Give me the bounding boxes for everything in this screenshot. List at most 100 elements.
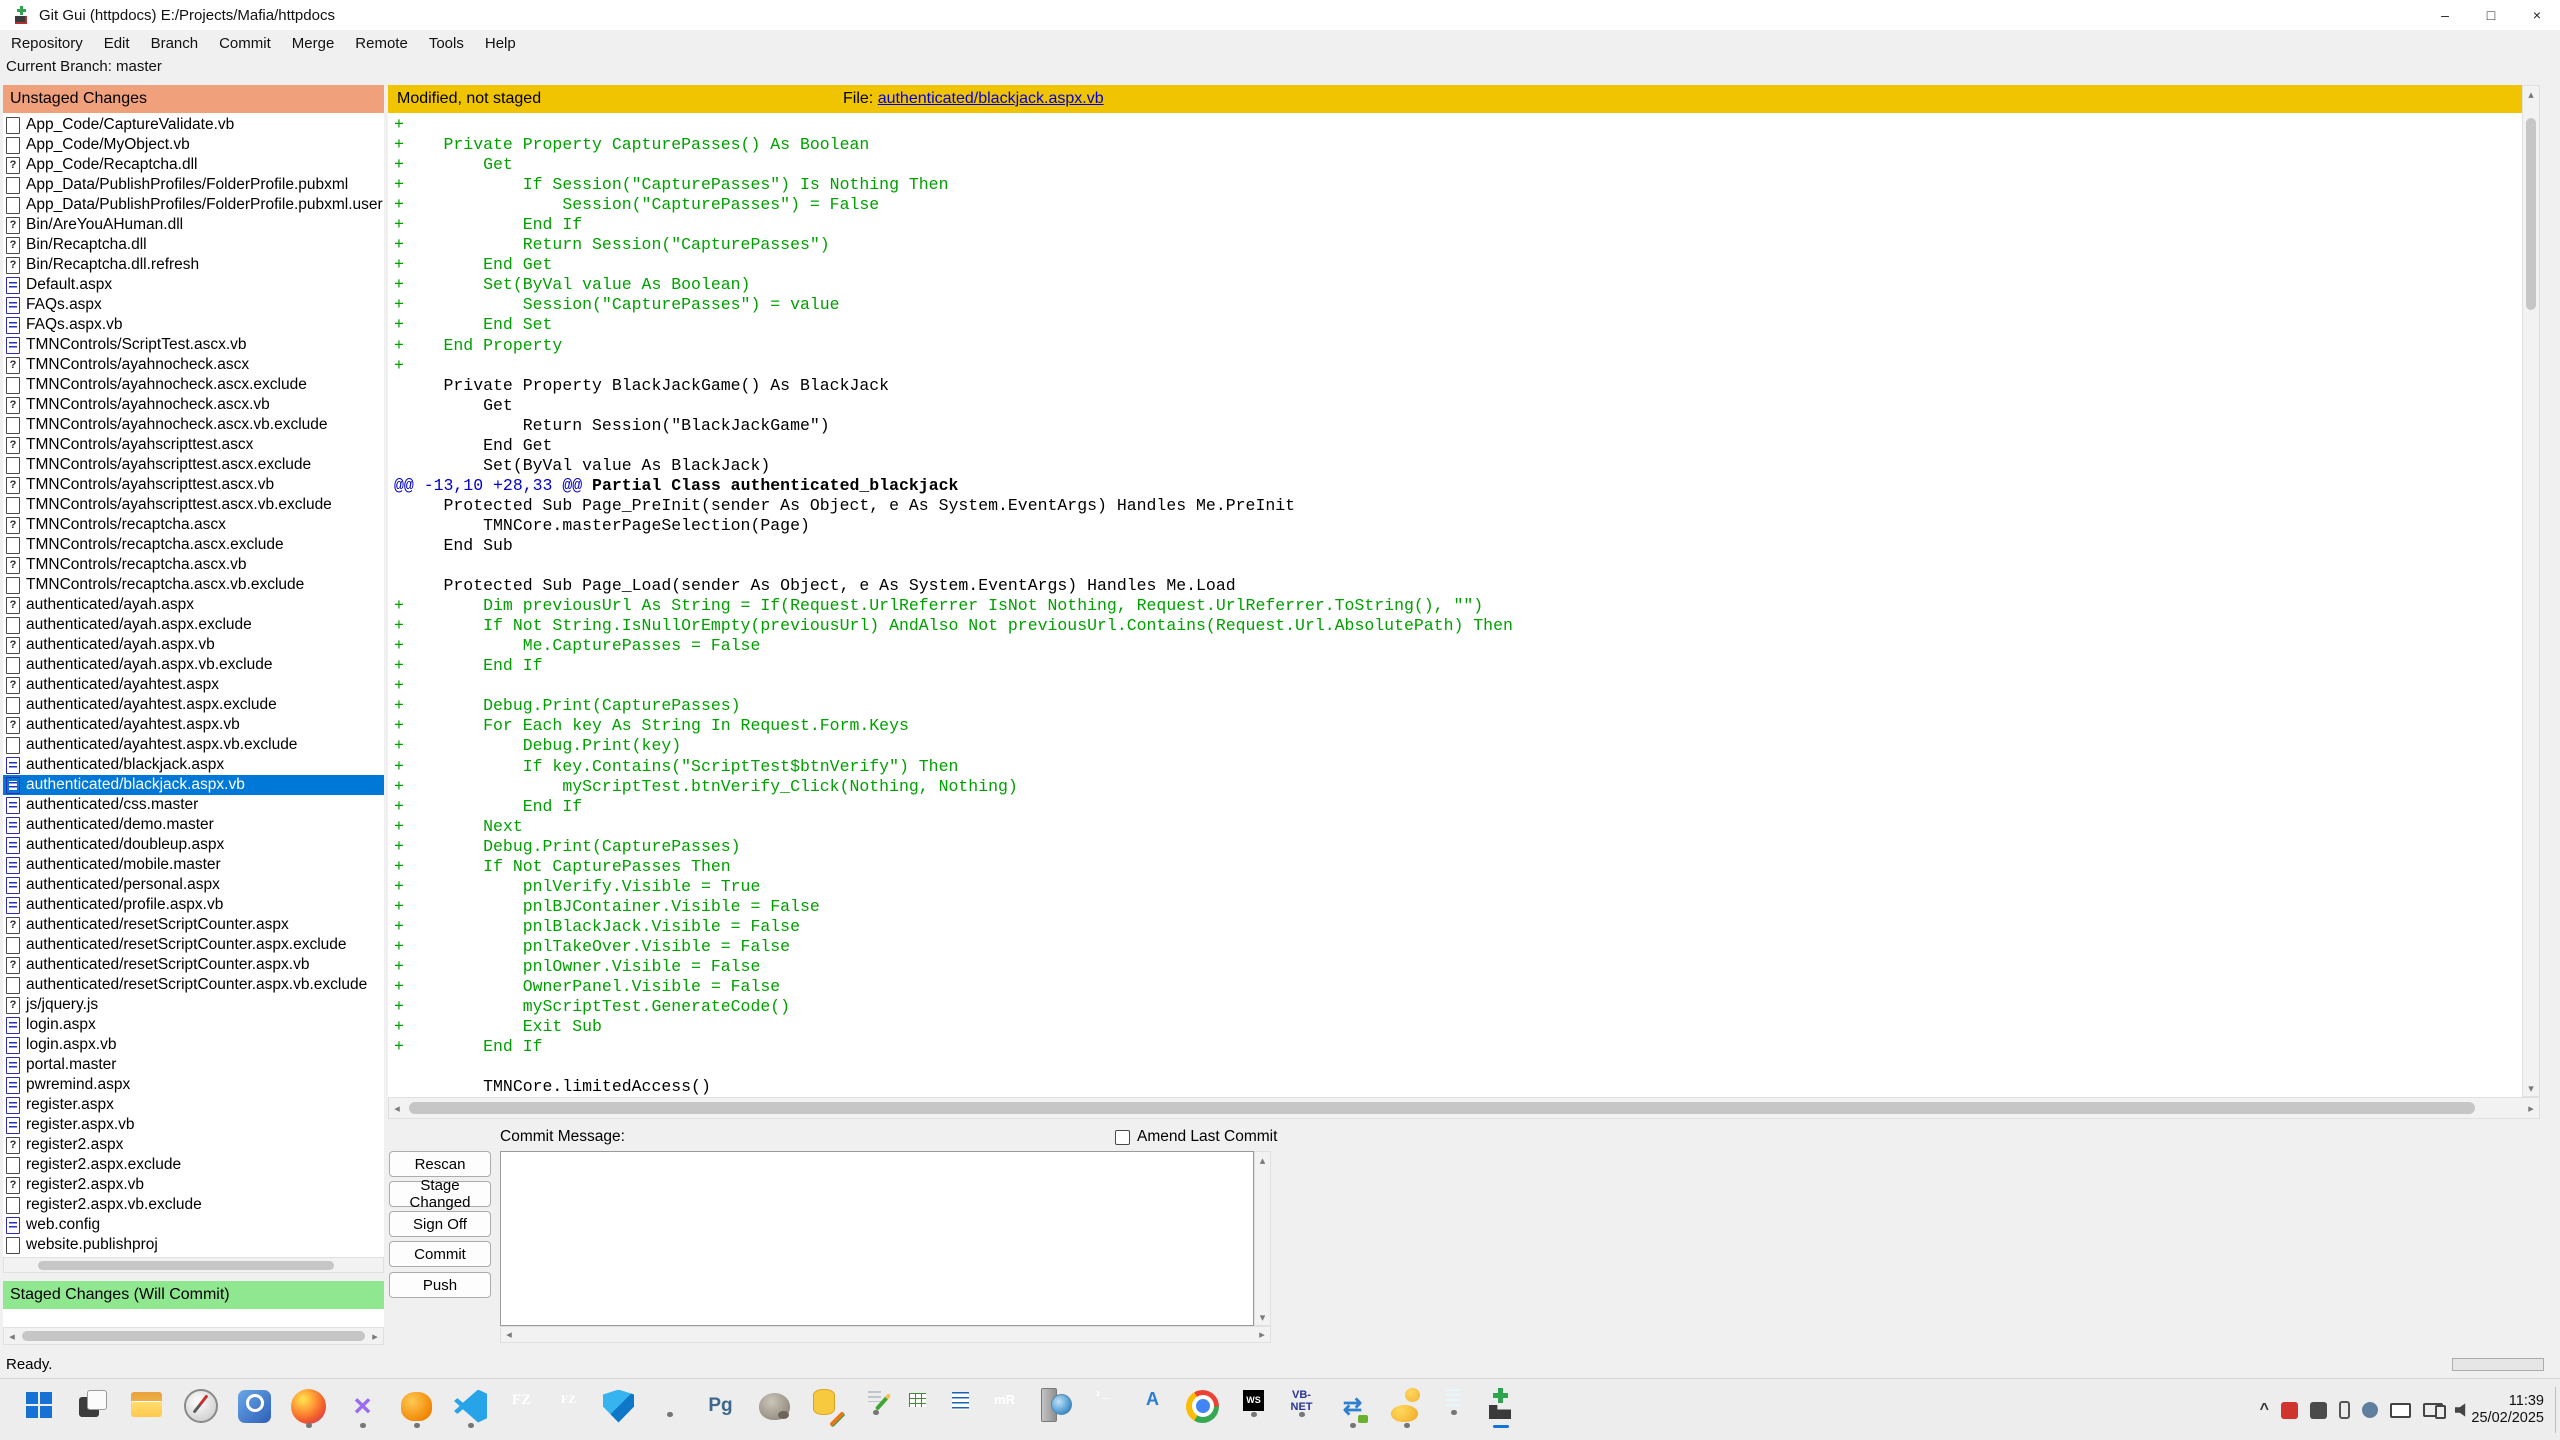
file-status-icon[interactable] — [6, 797, 20, 814]
stage-changed-button[interactable]: Stage Changed — [389, 1181, 491, 1207]
file-row[interactable]: authenticated/personal.aspx — [3, 875, 384, 895]
file-row[interactable]: website.publishproj — [3, 1235, 384, 1255]
clock-compass-app[interactable] — [180, 1383, 221, 1429]
file-row[interactable]: authenticated/profile.aspx.vb — [3, 895, 384, 915]
vscode[interactable] — [450, 1383, 491, 1429]
file-row[interactable]: authenticated/doubleup.aspx — [3, 835, 384, 855]
file-row[interactable]: authenticated/resetScriptCounter.aspx — [3, 915, 384, 935]
file-row[interactable]: TMNControls/ayahscripttest.ascx.vb — [3, 475, 384, 495]
file-row[interactable]: portal.master — [3, 1055, 384, 1075]
menu-commit[interactable]: Commit — [218, 33, 272, 54]
tray-app-circle-icon[interactable] — [2362, 1402, 2378, 1418]
scrollbar-thumb[interactable] — [409, 1102, 2475, 1114]
purple-x-app[interactable]: × — [342, 1383, 383, 1429]
file-row[interactable]: TMNControls/recaptcha.ascx.vb.exclude — [3, 575, 384, 595]
file-status-icon[interactable] — [6, 1157, 20, 1174]
file-status-icon[interactable] — [6, 597, 20, 614]
commit-horizontal-scrollbar[interactable]: ◂ ▸ — [500, 1326, 1271, 1343]
scroll-up-icon[interactable]: ▴ — [2523, 86, 2539, 102]
staged-file-list[interactable] — [3, 1309, 384, 1327]
tray-volume-icon[interactable] — [2455, 1403, 2472, 1418]
file-status-icon[interactable] — [6, 377, 20, 394]
file-status-icon[interactable] — [6, 117, 20, 134]
file-status-icon[interactable] — [6, 997, 20, 1014]
file-row[interactable]: Default.aspx — [3, 275, 384, 295]
file-status-icon[interactable] — [6, 777, 20, 794]
gimp[interactable] — [754, 1383, 795, 1429]
amend-checkbox[interactable] — [1115, 1130, 1130, 1145]
file-row[interactable]: web.config — [3, 1215, 384, 1235]
amend-last-commit[interactable]: Amend Last Commit — [1115, 1128, 1277, 1146]
filezilla-server[interactable]: FZ — [552, 1383, 585, 1416]
scroll-right-icon[interactable]: ▸ — [367, 1328, 383, 1344]
scroll-down-icon[interactable]: ▾ — [2523, 1080, 2539, 1096]
file-row[interactable]: authenticated/ayah.aspx.vb.exclude — [3, 655, 384, 675]
file-status-icon[interactable] — [6, 1017, 20, 1034]
diff-file-link[interactable]: authenticated/blackjack.aspx.vb — [878, 90, 1104, 107]
menu-merge[interactable]: Merge — [291, 33, 336, 54]
cyberduck[interactable] — [1386, 1383, 1427, 1429]
minimize-button[interactable]: – — [2422, 0, 2468, 30]
file-status-icon[interactable] — [6, 717, 20, 734]
scroll-right-icon[interactable]: ▸ — [1254, 1327, 1270, 1342]
menu-help[interactable]: Help — [484, 33, 517, 54]
scrollbar-thumb[interactable] — [22, 1331, 365, 1341]
file-row[interactable]: pwremind.aspx — [3, 1075, 384, 1095]
file-row[interactable]: FAQs.aspx.vb — [3, 315, 384, 335]
file-status-icon[interactable] — [6, 1117, 20, 1134]
file-row[interactable]: TMNControls/ayahnocheck.ascx — [3, 355, 384, 375]
file-status-icon[interactable] — [6, 137, 20, 154]
commit-message-input[interactable] — [500, 1151, 1254, 1326]
unstaged-file-list[interactable]: App_Code/CaptureValidate.vb App_Code/MyO… — [3, 113, 384, 1257]
file-row[interactable]: authenticated/ayahtest.aspx.vb.exclude — [3, 735, 384, 755]
maximize-button[interactable]: □ — [2468, 0, 2514, 30]
file-row[interactable]: authenticated/ayahtest.aspx.vb — [3, 715, 384, 735]
file-status-icon[interactable] — [6, 977, 20, 994]
file-status-icon[interactable] — [6, 537, 20, 554]
file-row[interactable]: register2.aspx.vb.exclude — [3, 1195, 384, 1215]
file-status-icon[interactable] — [6, 517, 20, 534]
scroll-left-icon[interactable]: ◂ — [501, 1327, 517, 1342]
file-status-icon[interactable] — [6, 757, 20, 774]
file-row[interactable]: App_Code/CaptureValidate.vb — [3, 115, 384, 135]
commit-vertical-scrollbar[interactable]: ▴ ▾ — [1254, 1151, 1271, 1326]
file-row[interactable]: authenticated/ayah.aspx.vb — [3, 635, 384, 655]
show-desktop-button[interactable] — [2555, 1387, 2560, 1433]
file-status-icon[interactable] — [6, 177, 20, 194]
file-row[interactable]: register2.aspx — [3, 1135, 384, 1155]
file-status-icon[interactable] — [6, 697, 20, 714]
file-status-icon[interactable] — [6, 157, 20, 174]
file-row[interactable]: authenticated/resetScriptCounter.aspx.vb… — [3, 975, 384, 995]
file-status-icon[interactable] — [6, 857, 20, 874]
file-row[interactable]: authenticated/css.master — [3, 795, 384, 815]
file-status-icon[interactable] — [6, 197, 20, 214]
file-status-icon[interactable] — [6, 257, 20, 274]
terminal[interactable]: ›_ — [1088, 1383, 1123, 1414]
file-explorer[interactable] — [126, 1383, 167, 1429]
tray-app-dark-icon[interactable] — [2310, 1402, 2327, 1419]
file-status-icon[interactable] — [6, 477, 20, 494]
menu-remote[interactable]: Remote — [354, 33, 409, 54]
file-row[interactable]: register2.aspx.exclude — [3, 1155, 384, 1175]
file-sync-app[interactable]: ⇄ — [1332, 1383, 1373, 1429]
file-row[interactable]: TMNControls/ayahscripttest.ascx.vb.exclu… — [3, 495, 384, 515]
file-row[interactable]: register2.aspx.vb — [3, 1175, 384, 1195]
file-row[interactable]: login.aspx — [3, 1015, 384, 1035]
file-status-icon[interactable] — [6, 1077, 20, 1094]
file-status-icon[interactable] — [6, 1217, 20, 1234]
drafting-compass-app[interactable]: A — [1136, 1383, 1169, 1416]
server-manager-app[interactable] — [1034, 1383, 1075, 1429]
sign-off-button[interactable]: Sign Off — [389, 1211, 491, 1237]
start-button[interactable] — [18, 1383, 59, 1429]
mysql-workbench[interactable] — [652, 1383, 687, 1418]
task-view-button[interactable] — [72, 1383, 113, 1429]
scrollbar-thumb[interactable] — [38, 1261, 334, 1270]
file-row[interactable]: TMNControls/ayahnocheck.ascx.vb.exclude — [3, 415, 384, 435]
file-status-icon[interactable] — [6, 217, 20, 234]
scroll-left-icon[interactable]: ◂ — [389, 1098, 405, 1118]
file-status-icon[interactable] — [6, 617, 20, 634]
file-status-icon[interactable] — [6, 437, 20, 454]
file-status-icon[interactable] — [6, 1057, 20, 1074]
file-status-icon[interactable] — [6, 957, 20, 974]
commit-button[interactable]: Commit — [389, 1241, 491, 1267]
